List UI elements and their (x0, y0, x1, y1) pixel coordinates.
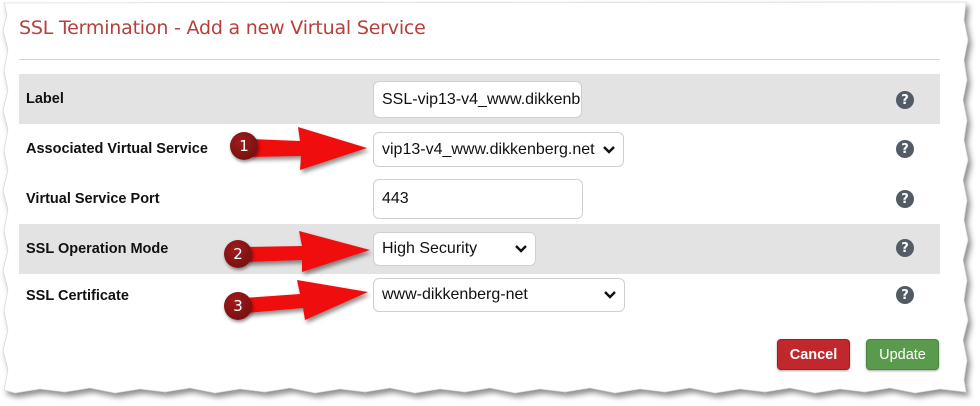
annotation-badge-2: 2 (224, 240, 252, 268)
red-arrow-icon (250, 127, 367, 170)
annotation-arrows (244, 127, 370, 320)
annotation-badge-1: 1 (230, 132, 258, 160)
annotation-badge-3: 3 (224, 292, 252, 320)
red-arrow-icon (245, 231, 370, 272)
red-arrow-icon (244, 280, 368, 320)
dialog-panel: SSL Termination - Add a new Virtual Serv… (0, 0, 980, 406)
